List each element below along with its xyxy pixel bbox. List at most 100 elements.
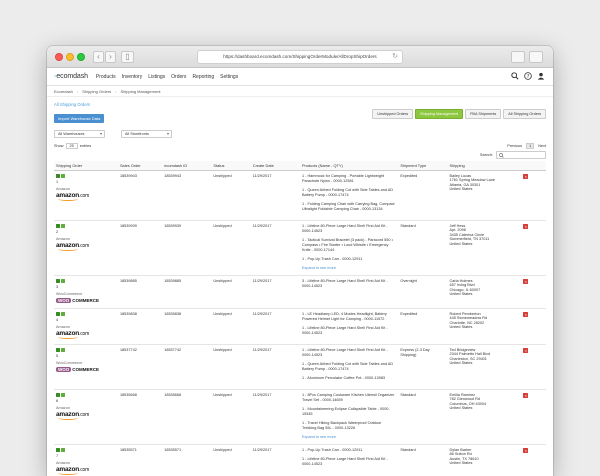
ecomdash-id-link[interactable]: 18539939 bbox=[164, 224, 181, 228]
tab-unshipped-orders[interactable]: Unshipped Orders bbox=[372, 109, 413, 119]
create-date-cell: 11/29/2017 bbox=[251, 171, 300, 221]
shipping-address-cell: Ted Bridgeview2344 Palmetto Hall BlvdCha… bbox=[448, 345, 522, 390]
sales-order-link[interactable]: 18535668 bbox=[120, 393, 137, 397]
ecomdash-logo[interactable]: ◦ecomdash bbox=[54, 73, 88, 80]
ecomdash-id-link[interactable]: 18535668 bbox=[164, 393, 181, 397]
column-header-shipping-order[interactable]: Shipping Order bbox=[54, 161, 118, 171]
nav-orders[interactable]: Orders bbox=[171, 74, 186, 80]
minimize-window-button[interactable] bbox=[66, 53, 74, 61]
print-label-icon[interactable] bbox=[56, 174, 60, 178]
row-icons bbox=[56, 348, 116, 352]
print-label-icon[interactable] bbox=[56, 312, 60, 316]
amazon-logo: amazon.com bbox=[56, 412, 89, 418]
search-icon[interactable] bbox=[511, 72, 519, 80]
column-header-shipping[interactable]: Shipping bbox=[448, 161, 522, 171]
maximize-window-button[interactable] bbox=[77, 53, 85, 61]
delete-order-icon[interactable]: × bbox=[523, 312, 528, 317]
shipping-order-number[interactable]: 5 bbox=[56, 354, 116, 359]
shipment-type-cell: Standard bbox=[398, 221, 447, 276]
shipping-order-number[interactable]: 2 bbox=[56, 230, 116, 235]
breadcrumb-ecomdash[interactable]: Ecomdash bbox=[54, 89, 73, 94]
next-page-button[interactable]: Next bbox=[538, 144, 546, 148]
ecomdash-id-link[interactable]: 18535571 bbox=[164, 448, 181, 452]
forward-button[interactable]: › bbox=[105, 51, 116, 63]
expand-more-link[interactable]: Expand to see more bbox=[302, 435, 396, 440]
actions-cell: × bbox=[521, 445, 546, 476]
edit-order-icon[interactable] bbox=[61, 448, 65, 452]
tab-all-shipping-orders[interactable]: All Shipping Orders bbox=[503, 109, 546, 119]
product-item: 1 - Lifeline 80-Piece Large Hard Shell F… bbox=[302, 326, 396, 336]
print-label-icon[interactable] bbox=[56, 393, 60, 397]
tab-shipping-management[interactable]: Shipping Management bbox=[415, 109, 463, 119]
table-controls: Show 25 entries Previous 1 Next bbox=[54, 143, 546, 149]
breadcrumb-shipping-orders[interactable]: Shipping Orders bbox=[82, 89, 111, 94]
nav-settings[interactable]: Settings bbox=[220, 74, 238, 80]
delete-order-icon[interactable]: × bbox=[523, 174, 528, 179]
edit-order-icon[interactable] bbox=[61, 348, 65, 352]
chevron-down-icon: ▾ bbox=[100, 131, 102, 137]
nav-inventory[interactable]: Inventory bbox=[122, 74, 143, 80]
edit-order-icon[interactable] bbox=[61, 174, 65, 178]
edit-order-icon[interactable] bbox=[61, 224, 65, 228]
page-number-button[interactable]: 1 bbox=[526, 143, 534, 149]
ecomdash-id-link[interactable]: 18539885 bbox=[164, 279, 181, 283]
tab-fba-shipments[interactable]: FBA Shipments bbox=[465, 109, 501, 119]
address-bar[interactable]: https://dashboard.ecomdash.com/ShippingO… bbox=[197, 50, 403, 64]
tabs-button[interactable] bbox=[529, 51, 543, 63]
create-date-cell: 11/29/2017 bbox=[251, 345, 300, 390]
help-icon[interactable]: ? bbox=[524, 72, 532, 80]
column-header-products[interactable]: Products (Name - QTY) bbox=[300, 161, 398, 171]
back-button[interactable]: ‹ bbox=[93, 51, 104, 63]
warehouse-select[interactable]: All Warehouses▾ bbox=[54, 130, 105, 138]
column-header-sales-order[interactable]: Sales Order bbox=[118, 161, 162, 171]
shipping-order-number[interactable]: 3 bbox=[56, 285, 116, 290]
column-header-shipment-type[interactable]: Shipment Type bbox=[398, 161, 447, 171]
previous-page-button[interactable]: Previous bbox=[507, 144, 522, 148]
print-label-icon[interactable] bbox=[56, 448, 60, 452]
print-label-icon[interactable] bbox=[56, 279, 60, 283]
sales-order-link[interactable]: 18539939 bbox=[120, 224, 137, 228]
shipping-order-number[interactable]: 6 bbox=[56, 399, 116, 404]
close-window-button[interactable] bbox=[55, 53, 63, 61]
delete-order-icon[interactable]: × bbox=[523, 279, 528, 284]
column-header-ecomdash-id[interactable]: ecomdash ID bbox=[162, 161, 211, 171]
sales-order-link[interactable]: 18535571 bbox=[120, 448, 137, 452]
shipping-order-number[interactable]: 4 bbox=[56, 318, 116, 323]
header-icons: ? bbox=[511, 72, 545, 80]
expand-more-link[interactable]: Expand to see more bbox=[302, 266, 396, 271]
nav-products[interactable]: Products bbox=[96, 74, 116, 80]
ecomdash-id-link[interactable]: 18539838 bbox=[164, 312, 181, 316]
shipping-order-cell: 5WooCommerceWOOCOMMERCE bbox=[54, 345, 118, 390]
storefront-select[interactable]: All Storefronts▾ bbox=[121, 130, 172, 138]
delete-order-icon[interactable]: × bbox=[523, 224, 528, 229]
delete-order-icon[interactable]: × bbox=[523, 448, 528, 453]
shipping-order-number[interactable]: 1 bbox=[56, 180, 116, 185]
sales-order-link[interactable]: 18539943 bbox=[120, 174, 137, 178]
address-line: United States bbox=[450, 292, 520, 296]
edit-order-icon[interactable] bbox=[61, 312, 65, 316]
delete-order-icon[interactable]: × bbox=[523, 393, 528, 398]
sales-order-link[interactable]: 18539885 bbox=[120, 279, 137, 283]
delete-order-icon[interactable]: × bbox=[523, 348, 528, 353]
sidebar-toggle-button[interactable]: ▯ bbox=[121, 51, 134, 63]
ecomdash-id-link[interactable]: 18537742 bbox=[164, 348, 181, 352]
ecomdash-id-link[interactable]: 18539943 bbox=[164, 174, 181, 178]
edit-order-icon[interactable] bbox=[61, 393, 65, 397]
nav-reporting[interactable]: Reporting bbox=[192, 74, 214, 80]
import-warehouse-data-button[interactable]: Import Warehouse Data bbox=[54, 114, 104, 123]
sales-order-link[interactable]: 18537742 bbox=[120, 348, 137, 352]
search-input[interactable] bbox=[496, 151, 546, 159]
print-label-icon[interactable] bbox=[56, 348, 60, 352]
shipping-order-number[interactable]: 7 bbox=[56, 454, 116, 459]
browser-window: ‹ › ▯ https://dashboard.ecomdash.com/Shi… bbox=[47, 46, 553, 476]
user-icon[interactable] bbox=[537, 72, 545, 80]
reload-icon[interactable]: ↻ bbox=[392, 51, 398, 63]
nav-listings[interactable]: Listings bbox=[148, 74, 165, 80]
sales-order-link[interactable]: 18539838 bbox=[120, 312, 137, 316]
share-button[interactable] bbox=[511, 51, 525, 63]
edit-order-icon[interactable] bbox=[61, 279, 65, 283]
column-header-status[interactable]: Status bbox=[211, 161, 250, 171]
page-size-select[interactable]: 25 bbox=[66, 143, 78, 149]
print-label-icon[interactable] bbox=[56, 224, 60, 228]
column-header-create-date[interactable]: Create Date bbox=[251, 161, 300, 171]
